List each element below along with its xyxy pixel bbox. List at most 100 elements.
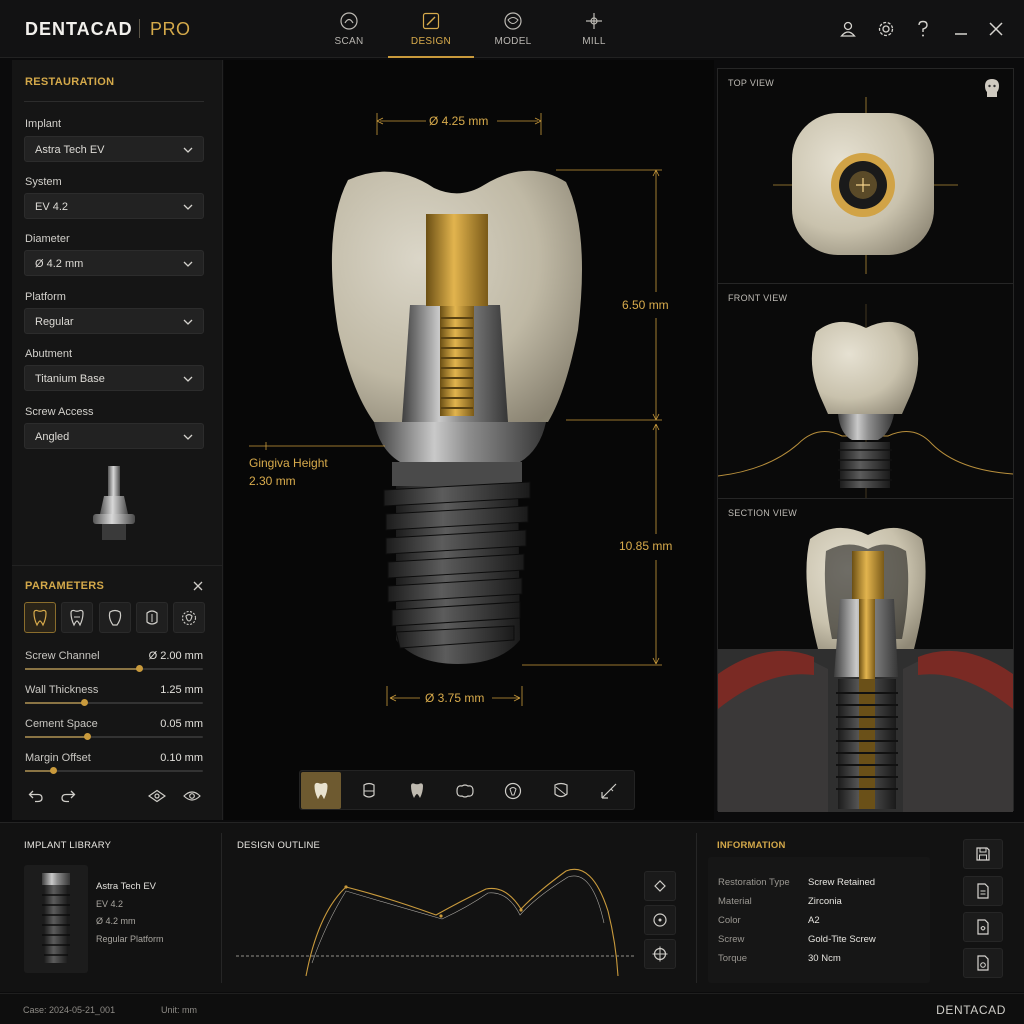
tab-mill[interactable]: MILL (556, 8, 632, 56)
restoration-title: RESTAURATION (25, 76, 115, 88)
tab-label: SCAN (334, 36, 364, 47)
scan-icon (340, 12, 358, 30)
help-icon[interactable] (913, 19, 933, 39)
chevron-down-icon (183, 147, 193, 153)
app-edition: PRO (150, 19, 191, 39)
info-key: Color (718, 915, 741, 926)
case-id: Case: 2024-05-21_001 (23, 1005, 116, 1015)
model-icon (504, 12, 522, 30)
info-key: Screw (718, 934, 745, 945)
divider (221, 833, 222, 983)
abutment-view-icon[interactable] (349, 772, 389, 809)
wall-thickness-slider[interactable] (25, 699, 203, 706)
slider-handle[interactable] (50, 767, 58, 774)
abutment-value: Titanium Base (35, 373, 105, 385)
library-implant-name: Astra Tech EV (96, 881, 157, 892)
design-outline-curve[interactable] (236, 863, 636, 981)
info-value: 30 Ncm (808, 953, 841, 964)
screw-access-select[interactable]: Angled (24, 423, 204, 449)
implant-thumbnail (42, 873, 70, 963)
cement-space-slider[interactable] (25, 733, 203, 740)
occlusal-view-icon[interactable] (445, 772, 485, 809)
3d-viewport[interactable]: Ø 4.25 mm 6.50 mm Gingiva Height 2.30 mm… (224, 60, 714, 820)
slider-handle[interactable] (80, 699, 88, 706)
image-file-icon[interactable] (963, 948, 1003, 978)
section-view-title: SECTION VIEW (728, 508, 798, 518)
screw-access-label: Screw Access (25, 406, 94, 418)
crown-tool-icon[interactable] (24, 602, 56, 633)
slider-handle[interactable] (84, 733, 92, 740)
chevron-down-icon (183, 319, 193, 325)
crown-height-dimension: 6.50 mm (622, 298, 669, 312)
close-icon[interactable] (193, 581, 203, 591)
redo-icon[interactable] (58, 786, 78, 806)
crown-view-icon[interactable] (301, 772, 341, 809)
slider-handle[interactable] (135, 665, 143, 672)
brand-divider (139, 19, 140, 38)
minimize-icon[interactable] (951, 19, 971, 39)
user-icon[interactable] (838, 19, 858, 39)
screw-channel-slider[interactable] (25, 665, 203, 672)
information-table: Restoration Type Screw Retained Material… (708, 857, 930, 983)
front-view-pane[interactable]: FRONT VIEW (718, 284, 1013, 499)
eye-icon[interactable] (182, 786, 202, 806)
information-title: INFORMATION (717, 840, 786, 851)
implant-length-dimension: 10.85 mm (619, 539, 673, 553)
tooth-view-icon[interactable] (397, 772, 437, 809)
diameter-value: Ø 4.2 mm (35, 258, 84, 270)
document-icon[interactable] (963, 876, 1003, 906)
abutment-select[interactable]: Titanium Base (24, 365, 204, 391)
outline-center-icon[interactable] (644, 905, 676, 935)
tab-design[interactable]: DESIGN (388, 8, 474, 58)
diameter-label: Diameter (25, 233, 70, 245)
tab-label: MILL (582, 36, 606, 47)
tooth-side-icon[interactable] (99, 602, 131, 633)
info-value: Zirconia (808, 896, 842, 907)
margin-offset-slider[interactable] (25, 767, 203, 774)
section-view-icon[interactable] (541, 772, 581, 809)
system-select[interactable]: EV 4.2 (24, 193, 204, 219)
library-item-thumbnail[interactable] (24, 865, 88, 973)
cement-space-label: Cement Space (25, 718, 98, 730)
implant-select[interactable]: Astra Tech EV (24, 136, 204, 162)
tooth-section-icon[interactable] (136, 602, 168, 633)
mill-icon (586, 13, 602, 29)
tooth-rotate-icon[interactable] (173, 602, 205, 633)
section-divider (24, 101, 204, 102)
undo-icon[interactable] (26, 786, 46, 806)
tooth-outline-icon[interactable] (61, 602, 93, 633)
library-platform: Regular Platform (96, 934, 164, 944)
bottom-diameter-dimension: Ø 3.75 mm (425, 691, 485, 705)
diameter-select[interactable]: Ø 4.2 mm (24, 250, 204, 276)
margin-offset-value: 0.10 mm (160, 752, 203, 764)
library-diameter: Ø 4.2 mm (96, 916, 136, 926)
tab-model[interactable]: MODEL (475, 8, 551, 56)
top-bar: DENTACAD PRO SCAN DESIGN MODEL MILL (0, 0, 1024, 58)
abutment-preview (93, 466, 135, 540)
outline-target-icon[interactable] (644, 939, 676, 969)
platform-select[interactable]: Regular (24, 308, 204, 334)
visibility-toggle-icon[interactable] (147, 786, 167, 806)
screw-channel-value: Ø 2.00 mm (148, 650, 203, 662)
chevron-down-icon (183, 261, 193, 267)
bottom-panel: IMPLANT LIBRARY Astra Tech EV EV 4.2 Ø 4… (0, 822, 1024, 992)
info-key: Torque (718, 953, 748, 964)
top-view-render (773, 97, 958, 274)
settings-icon[interactable] (876, 19, 896, 39)
top-view-pane[interactable]: TOP VIEW (718, 69, 1013, 284)
section-view-pane[interactable]: SECTION VIEW (718, 499, 1013, 812)
export-file-icon[interactable] (963, 912, 1003, 942)
save-icon[interactable] (963, 839, 1003, 869)
implant-view-icon[interactable] (493, 772, 533, 809)
tab-scan[interactable]: SCAN (311, 8, 387, 56)
measure-icon[interactable] (589, 772, 629, 809)
info-value: Screw Retained (808, 877, 876, 888)
view-toolbar (299, 770, 635, 810)
close-icon[interactable] (986, 19, 1006, 39)
wall-thickness-value: 1.25 mm (160, 684, 203, 696)
outline-rotate-icon[interactable] (644, 871, 676, 901)
cement-space-value: 0.05 mm (160, 718, 203, 730)
implant-label: Implant (25, 118, 62, 130)
system-label: System (25, 176, 62, 188)
info-key: Material (718, 896, 752, 907)
